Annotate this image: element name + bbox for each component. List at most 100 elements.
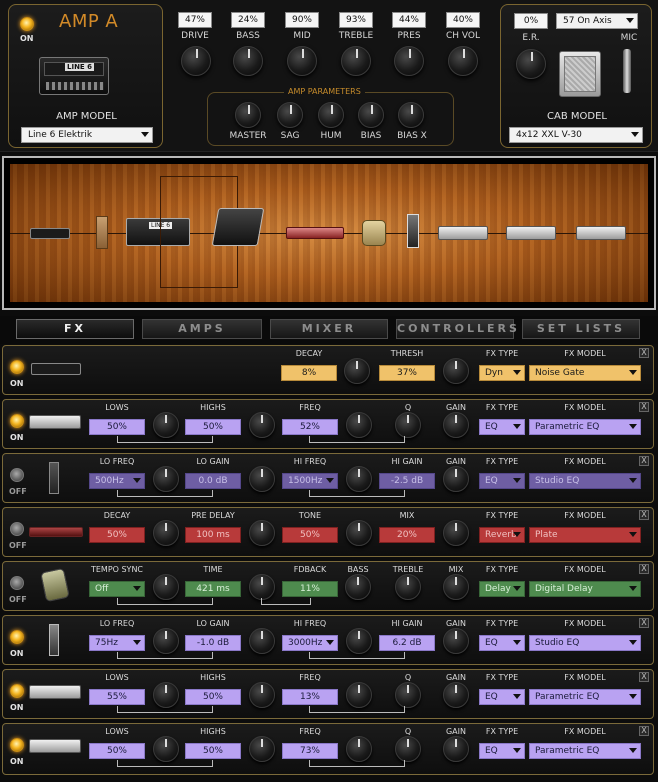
fx-type-dropdown[interactable]: EQ [479, 689, 525, 705]
mic-dropdown[interactable]: 57 On Axis [556, 13, 638, 29]
master-knob[interactable] [235, 102, 261, 128]
fx-type-dropdown[interactable]: EQ [479, 419, 525, 435]
lo-freq-knob[interactable] [153, 466, 179, 492]
close-icon[interactable]: X [639, 348, 649, 358]
er-knob[interactable] [516, 49, 546, 79]
bass-knob[interactable] [345, 574, 371, 600]
freq-knob[interactable] [346, 736, 372, 762]
thresh-knob[interactable] [443, 358, 469, 384]
noise-gate-block-icon[interactable] [96, 216, 108, 249]
cab-model-dropdown[interactable]: 4x12 XXL V-30 [509, 127, 643, 143]
q-knob[interactable] [395, 412, 421, 438]
treble-value[interactable]: 93% [339, 12, 373, 28]
lows-value[interactable]: 55% [89, 689, 145, 705]
studio-eq-2-block-icon[interactable] [407, 214, 419, 248]
close-icon[interactable]: X [639, 456, 649, 466]
tone-value[interactable]: 50% [282, 527, 338, 543]
lows-knob[interactable] [153, 412, 179, 438]
fx-type-dropdown[interactable]: EQ [479, 743, 525, 759]
output-block-icon[interactable] [576, 226, 626, 240]
fx-type-dropdown[interactable]: Delay [479, 581, 525, 597]
pre-delay-value[interactable]: 100 ms [185, 527, 241, 543]
decay-knob[interactable] [153, 520, 179, 546]
lo-gain-value[interactable]: -1.0 dB [185, 635, 241, 651]
lo-gain-value[interactable]: 0.0 dB [185, 473, 241, 489]
fx-model-dropdown[interactable]: Studio EQ [529, 473, 641, 489]
fx-power-button[interactable] [10, 468, 24, 482]
fx-type-dropdown[interactable]: Reverb [479, 527, 525, 543]
fx-power-button[interactable] [10, 576, 24, 590]
gain-knob[interactable] [443, 736, 469, 762]
feedback-value[interactable]: 11% [282, 581, 338, 597]
reverb-block-icon[interactable] [286, 227, 344, 239]
q-knob[interactable] [395, 736, 421, 762]
highs-knob[interactable] [249, 412, 275, 438]
fx-type-dropdown[interactable]: EQ [479, 473, 525, 489]
fx-model-dropdown[interactable]: Noise Gate [529, 365, 641, 381]
freq-knob[interactable] [346, 682, 372, 708]
lows-knob[interactable] [153, 682, 179, 708]
ch-vol-value[interactable]: 40% [446, 12, 480, 28]
fx-model-dropdown[interactable]: Plate [529, 527, 641, 543]
highs-knob[interactable] [249, 736, 275, 762]
lo-freq-knob[interactable] [153, 628, 179, 654]
input-icon[interactable] [30, 228, 70, 239]
er-value[interactable]: 0% [514, 13, 548, 29]
fx-power-button[interactable] [10, 414, 24, 428]
decay-knob[interactable] [344, 358, 370, 384]
tab-fx[interactable]: FX [16, 319, 134, 339]
lows-knob[interactable] [153, 736, 179, 762]
drive-value[interactable]: 47% [178, 12, 212, 28]
gain-knob[interactable] [443, 628, 469, 654]
treble-knob[interactable] [395, 574, 421, 600]
fx-power-button[interactable] [10, 684, 24, 698]
hi-freq-knob[interactable] [346, 628, 372, 654]
close-icon[interactable]: X [639, 564, 649, 574]
bass-knob[interactable] [233, 46, 263, 76]
close-icon[interactable]: X [639, 618, 649, 628]
amp-power-button[interactable] [20, 17, 34, 31]
close-icon[interactable]: X [639, 726, 649, 736]
tempo-sync-dropdown[interactable]: Off [89, 581, 145, 597]
mid-knob[interactable] [287, 46, 317, 76]
tempo-sync-knob[interactable] [153, 574, 179, 600]
fx-model-dropdown[interactable]: Studio EQ [529, 635, 641, 651]
hi-freq-dropdown[interactable]: 1500Hz [282, 473, 338, 489]
treble-knob[interactable] [341, 46, 371, 76]
bass-value[interactable]: 24% [231, 12, 265, 28]
highs-knob[interactable] [249, 682, 275, 708]
highs-value[interactable]: 50% [185, 743, 241, 759]
tone-knob[interactable] [346, 520, 372, 546]
q-knob[interactable] [395, 682, 421, 708]
fx-model-dropdown[interactable]: Parametric EQ [529, 689, 641, 705]
hi-freq-dropdown[interactable]: 3000Hz [282, 635, 338, 651]
gain-knob[interactable] [443, 412, 469, 438]
fx-type-dropdown[interactable]: Dyn [479, 365, 525, 381]
ch-vol-knob[interactable] [448, 46, 478, 76]
mix-knob[interactable] [443, 520, 469, 546]
lows-value[interactable]: 50% [89, 419, 145, 435]
bias-knob[interactable] [358, 102, 384, 128]
hum-knob[interactable] [318, 102, 344, 128]
lo-gain-knob[interactable] [249, 466, 275, 492]
freq-value[interactable]: 13% [282, 689, 338, 705]
close-icon[interactable]: X [639, 672, 649, 682]
time-value[interactable]: 421 ms [185, 581, 241, 597]
fx-type-dropdown[interactable]: EQ [479, 635, 525, 651]
lo-freq-dropdown[interactable]: 75Hz [89, 635, 145, 651]
pres-knob[interactable] [394, 46, 424, 76]
tab-mixer[interactable]: MIXER [270, 319, 388, 339]
lo-gain-knob[interactable] [249, 628, 275, 654]
mix-knob[interactable] [443, 574, 469, 600]
lo-freq-dropdown[interactable]: 500Hz [89, 473, 145, 489]
amp-model-dropdown[interactable]: Line 6 Elektrik [21, 127, 153, 143]
mix-value[interactable]: 20% [379, 527, 435, 543]
close-icon[interactable]: X [639, 510, 649, 520]
gain-knob[interactable] [443, 682, 469, 708]
pres-value[interactable]: 44% [392, 12, 426, 28]
freq-knob[interactable] [346, 412, 372, 438]
parametric-eq-3-block-icon[interactable] [506, 226, 556, 240]
fx-model-dropdown[interactable]: Digital Delay [529, 581, 641, 597]
tab-set-lists[interactable]: SET LISTS [522, 319, 640, 339]
fx-power-button[interactable] [10, 630, 24, 644]
